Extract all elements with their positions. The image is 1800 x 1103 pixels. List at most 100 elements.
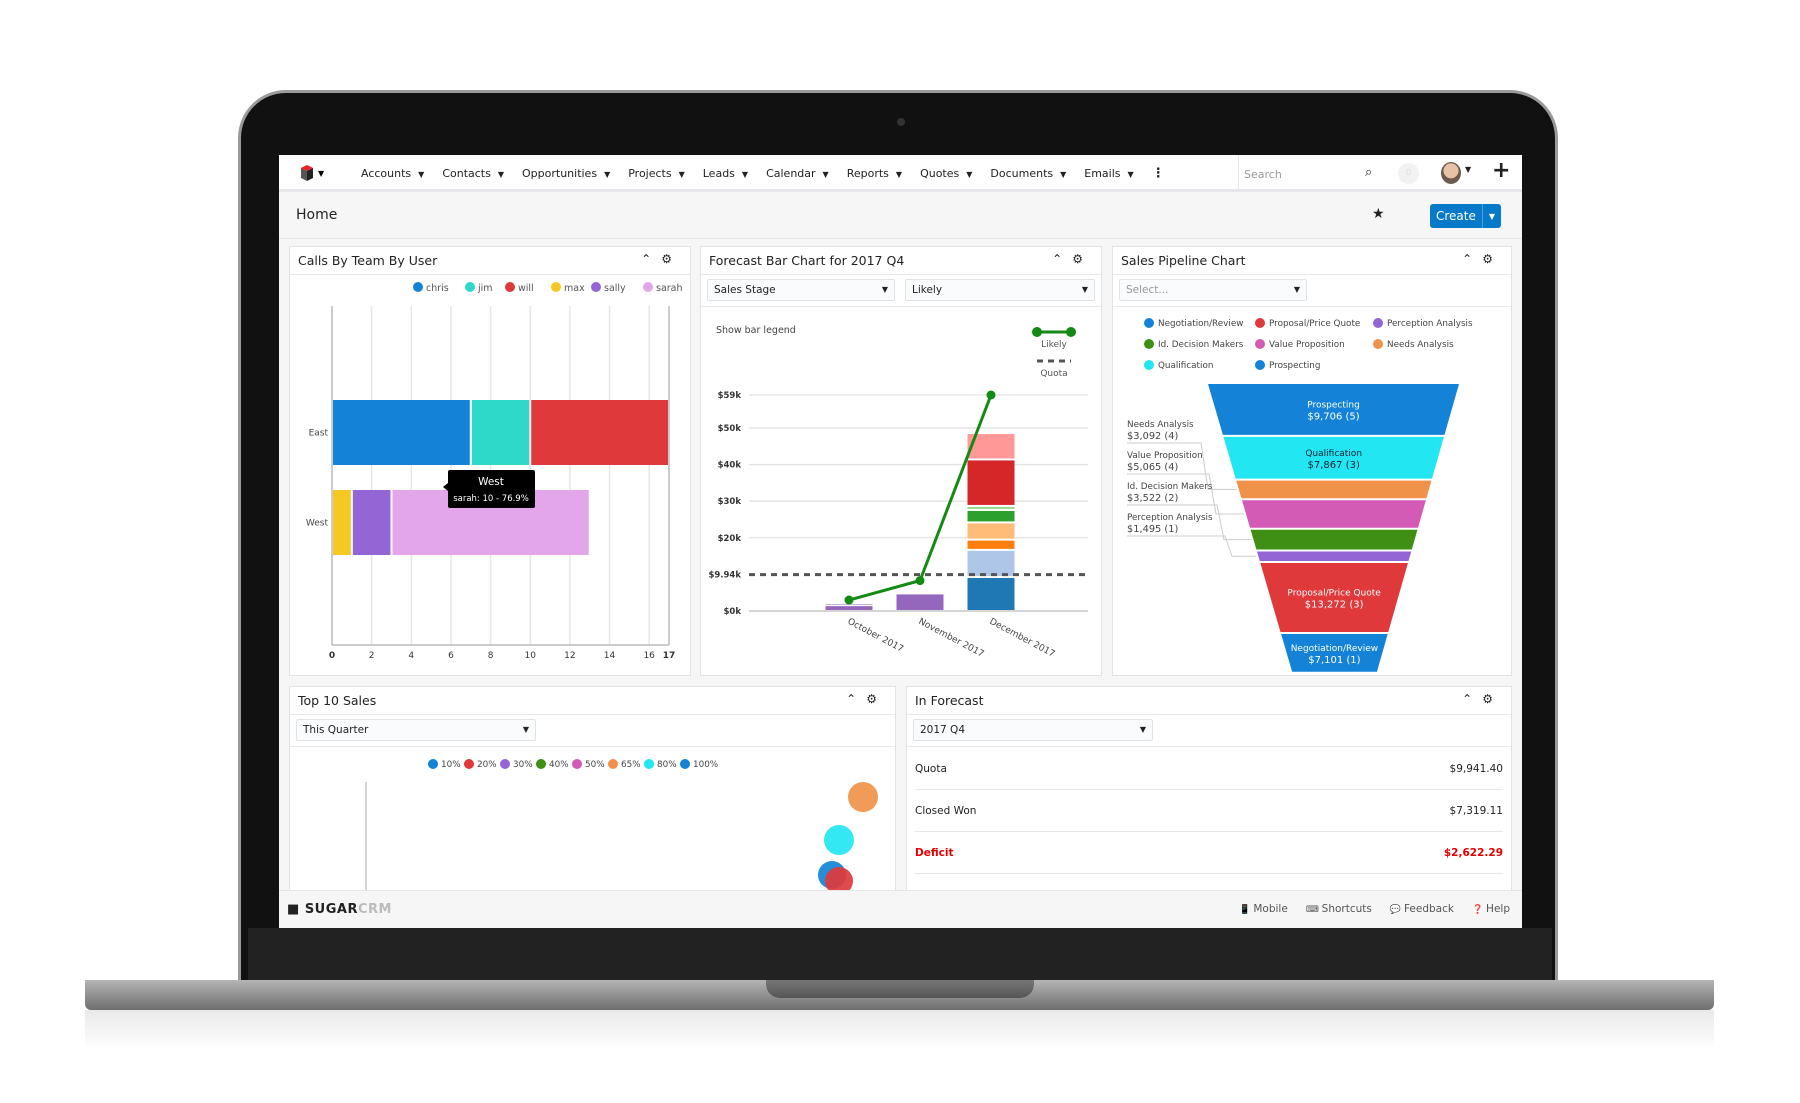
nav-item-label: Reports (846, 167, 889, 180)
legend-likely-dot (1032, 327, 1042, 337)
legend-swatch (1255, 360, 1265, 370)
laptop-notch (766, 980, 1034, 998)
nav-item-accounts[interactable]: Accounts ▼ (361, 167, 424, 180)
logo-menu[interactable]: ▼ (299, 164, 327, 185)
nav-item-quotes[interactable]: Quotes ▼ (920, 167, 972, 180)
nav-item-label: Quotes (920, 167, 960, 180)
chevron-down-icon[interactable]: ▼ (1481, 204, 1501, 228)
create-button[interactable]: Create ▼ (1430, 204, 1502, 228)
nav-item-label: Accounts (361, 167, 412, 180)
legend-label: sally (604, 283, 626, 294)
y-tick-label: $9.94k (708, 571, 741, 581)
nav-item-documents[interactable]: Documents ▼ (990, 167, 1066, 180)
create-label[interactable]: Create (1430, 204, 1482, 228)
nav-item-reports[interactable]: Reports ▼ (847, 167, 902, 180)
chevron-down-icon: ▼ (418, 170, 425, 179)
legend-label: 80% (657, 760, 677, 770)
laptop-chin (248, 928, 1552, 980)
quick-create-plus-icon[interactable]: + (1492, 158, 1510, 183)
bar-segment (967, 510, 1015, 522)
stage-label: Qualification (1305, 449, 1362, 459)
legend-label: Needs Analysis (1387, 340, 1454, 350)
search-icon[interactable]: ⌕ (1365, 165, 1372, 180)
stage-label: Value Proposition (1127, 451, 1203, 461)
legend-swatch (608, 759, 618, 769)
legend-likely-dot (1066, 327, 1076, 337)
legend-label: jim (477, 283, 493, 294)
bar-max (333, 490, 351, 555)
nav-item-label: Emails (1084, 167, 1121, 180)
footer-link-mobile[interactable]: 📱 Mobile (1239, 903, 1288, 915)
nav-item-emails[interactable]: Emails ▼ (1084, 167, 1133, 180)
nav-item-label: Calendar (766, 167, 816, 180)
bar-segment (967, 550, 1015, 576)
y-tick-label: West (306, 519, 329, 529)
y-tick-label: $20k (718, 534, 742, 544)
stage-label: Perception Analysis (1127, 513, 1213, 523)
nav-item-calendar[interactable]: Calendar ▼ (766, 167, 829, 180)
y-tick-label: $0k (724, 607, 742, 617)
filter-bar: 2017 Q4 ▼ (907, 715, 1511, 747)
legend-swatch (1373, 339, 1383, 349)
legend-label: 50% (585, 760, 605, 770)
legend-swatch (644, 759, 654, 769)
funnel-segment (1236, 480, 1432, 499)
x-tick-label: 8 (488, 651, 494, 661)
nav-item-projects[interactable]: Projects ▼ (628, 167, 685, 180)
footer-link-feedback[interactable]: 💬 Feedback (1390, 903, 1454, 915)
legend-swatch (428, 759, 438, 769)
calls-chart: chris jim will max sally sarah 0 2 4 6 8 10 12 14 16 17… (306, 282, 683, 661)
favorite-star-icon[interactable]: ★ (1372, 206, 1385, 222)
x-tick-label: October 2017 (846, 617, 905, 655)
nav-item-contacts[interactable]: Contacts ▼ (442, 167, 504, 180)
legend-swatch (505, 282, 515, 292)
legend-swatch (536, 759, 546, 769)
page-header: Home ★ Create ▼ (279, 192, 1522, 239)
nav-item-leads[interactable]: Leads ▼ (703, 167, 748, 180)
keyboard-icon: ⌨ (1305, 905, 1322, 915)
legend-swatch (1373, 318, 1383, 328)
bar-sally (352, 490, 391, 555)
funnel-segment (1256, 551, 1412, 562)
avatar[interactable] (1441, 162, 1461, 184)
collapse-icon[interactable]: ⌃ (1462, 692, 1482, 706)
bubble-80% (824, 825, 854, 855)
legend-swatch (500, 759, 510, 769)
forecast-row: Deficit $2,622.29 (915, 832, 1503, 874)
bar-segment (967, 506, 1015, 509)
tooltip-arrow (443, 483, 448, 491)
legend-label: will (518, 283, 534, 294)
likely-point (915, 576, 925, 586)
laptop-shadow (85, 1010, 1714, 1050)
nav-item-label: Contacts (442, 167, 491, 180)
stage-amount: $3,522 (2) (1127, 493, 1178, 504)
legend-swatch (465, 282, 475, 292)
legend-swatch (1144, 318, 1154, 328)
chevron-down-icon[interactable]: ▼ (1465, 165, 1471, 174)
dashlet-title: Calls By Team By User (298, 253, 438, 268)
collapse-icon[interactable]: ⌃ (641, 252, 661, 266)
chevron-down-icon: ▼ (1060, 170, 1067, 179)
notifications-badge[interactable]: 0 (1398, 163, 1419, 184)
quarter-select[interactable]: 2017 Q4 ▼ (913, 719, 1153, 741)
footer-link-help[interactable]: ❓ Help (1472, 903, 1510, 915)
legend-swatch (643, 282, 653, 292)
footer-link-label: Shortcuts (1321, 903, 1372, 915)
gear-icon[interactable]: ⚙ (661, 252, 682, 266)
nav-item-opportunities[interactable]: Opportunities ▼ (522, 167, 610, 180)
tooltip-title: West (478, 476, 504, 488)
stage-label: Negotiation/Review (1291, 644, 1378, 654)
legend-swatch (1255, 318, 1265, 328)
footer-link-label: Feedback (1403, 903, 1454, 915)
funnel-segment (1250, 529, 1418, 550)
bar-segment (967, 577, 1015, 610)
x-tick-label: 6 (448, 651, 454, 661)
footer-link-shortcuts[interactable]: ⌨ Shortcuts (1306, 903, 1372, 915)
legend-label: Proposal/Price Quote (1269, 319, 1360, 329)
dashlet-forecast: Forecast Bar Chart for 2017 Q4 ⌃⚙ Sales S… (700, 246, 1102, 676)
gear-icon[interactable]: ⚙ (1482, 692, 1503, 706)
y-tick-label: $50k (718, 424, 742, 434)
more-menu-icon[interactable]: ⋮ (1152, 166, 1165, 181)
legend-label: Perception Analysis (1387, 319, 1473, 329)
x-tick-label: December 2017 (988, 617, 1057, 660)
